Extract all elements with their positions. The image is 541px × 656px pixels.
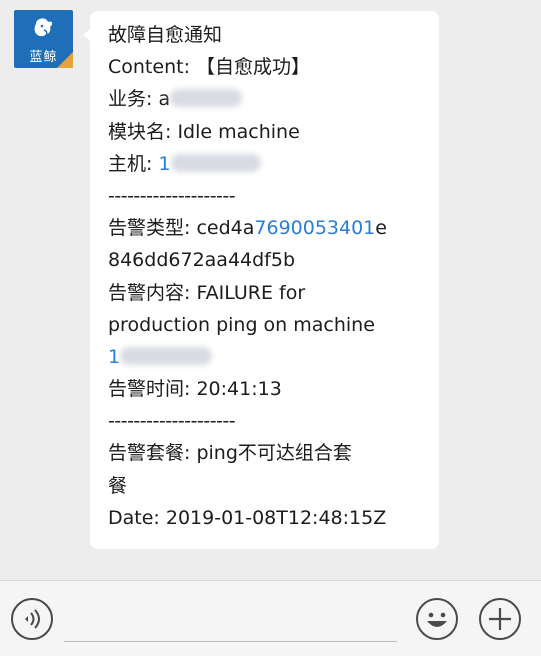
module-line: 模块名: Idle machine <box>108 120 300 143</box>
plus-icon <box>489 608 511 630</box>
message-text: 故障自愈通知 Content: 【自愈成功】 业务: a 模块名: Idle m… <box>108 19 430 534</box>
alert-content-line: 告警内容: FAILURE for <box>108 281 306 304</box>
date-line: Date: 2019-01-08T12:48:15Z <box>108 506 387 529</box>
alert-type-link[interactable]: 7690053401 <box>254 217 375 239</box>
alert-time-line: 告警时间: 20:41:13 <box>108 378 282 401</box>
package-line: 告警套餐: ping不可达组合套 <box>108 442 352 465</box>
business-line: 业务: a <box>108 83 430 115</box>
host-link[interactable]: 1 <box>158 153 170 175</box>
message-title: 故障自愈通知 <box>108 24 223 46</box>
input-toolbar <box>0 580 541 656</box>
plus-button[interactable] <box>479 598 521 640</box>
alert-type-line-2: 846dd672aa44df5b <box>108 249 296 272</box>
alert-content-line-2: production ping on machine <box>108 313 375 336</box>
sender-avatar[interactable]: 蓝鲸 <box>14 10 73 68</box>
redacted-host <box>170 153 261 172</box>
machine-ip-link[interactable]: 1 <box>108 346 120 368</box>
avatar-corner-badge <box>57 52 73 68</box>
message-input[interactable] <box>64 641 397 642</box>
package-line-2: 餐 <box>108 474 128 497</box>
voice-icon <box>25 609 40 629</box>
alert-type-line: 告警类型: ced4a7690053401e <box>108 217 387 240</box>
redacted-machine-ip <box>120 346 213 365</box>
emoji-icon <box>427 612 447 627</box>
host-line: 主机: 1 <box>108 148 430 180</box>
separator-line-2: -------------------- <box>108 410 236 433</box>
chat-area: 蓝鲸 故障自愈通知 Content: 【自愈成功】 业务: a 模块名: Idl… <box>0 0 541 580</box>
alert-content-line-3: 1 <box>108 341 430 373</box>
content-line: Content: 【自愈成功】 <box>108 56 311 79</box>
voice-button[interactable] <box>11 598 53 640</box>
emoji-button[interactable] <box>416 598 458 640</box>
redacted-business <box>170 89 243 108</box>
separator-line: -------------------- <box>108 184 236 207</box>
